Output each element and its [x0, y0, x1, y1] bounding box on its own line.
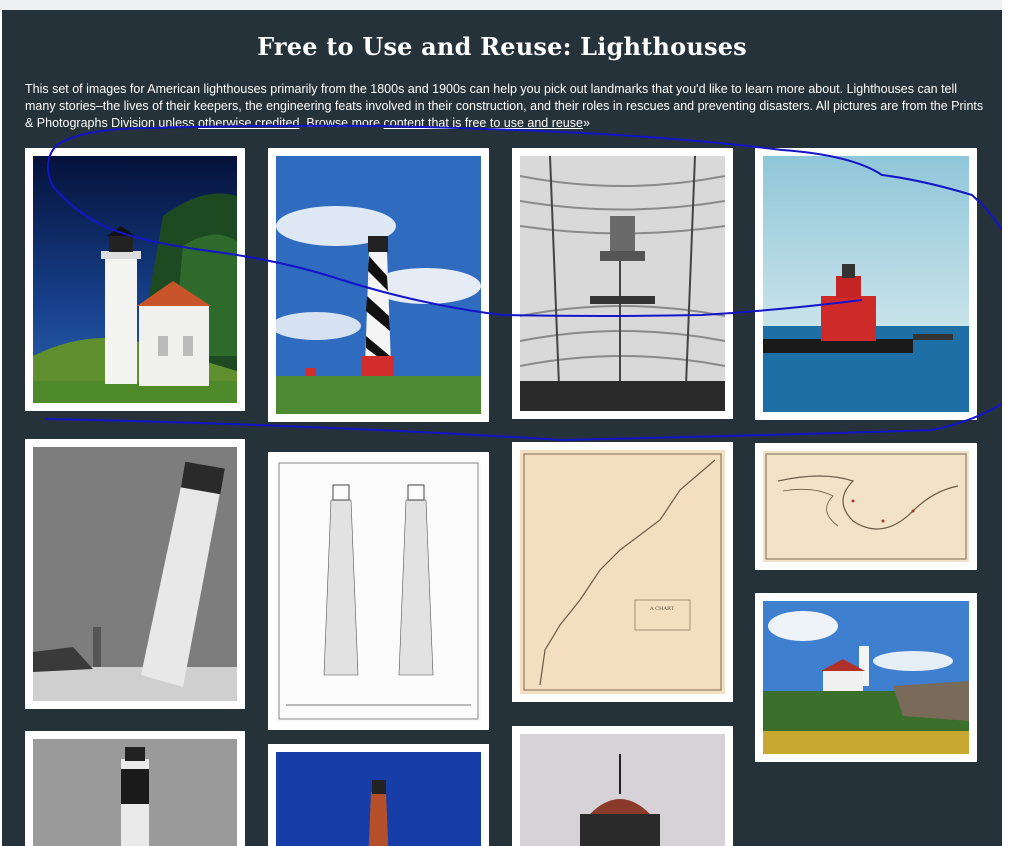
coast-chart-map: A CHART: [520, 450, 725, 694]
image-card[interactable]: [512, 726, 733, 846]
image-card[interactable]: [755, 593, 977, 762]
coastal-lighthouse-photo: [763, 601, 969, 754]
image-card[interactable]: [268, 148, 489, 422]
image-card[interactable]: [268, 452, 489, 730]
free-to-use-link[interactable]: content that is free to use and reuse: [384, 116, 583, 130]
image-card[interactable]: [25, 731, 245, 846]
striped-lighthouse-photo: [276, 156, 481, 414]
lens-interior-photo: [520, 156, 725, 411]
great-lakes-map: [763, 451, 969, 562]
otherwise-credited-link[interactable]: otherwise credited: [198, 116, 299, 130]
image-card[interactable]: [755, 443, 977, 570]
lighthouse-drawing: [276, 460, 481, 722]
intro-text-2: . Browse more: [299, 116, 384, 130]
image-card[interactable]: [755, 148, 977, 420]
red-tower-lighthouse-photo: [276, 752, 481, 846]
lantern-room-photo: [520, 734, 725, 846]
image-card[interactable]: [512, 148, 733, 419]
page-title: Free to Use and Reuse: Lighthouses: [257, 32, 747, 61]
chevron-right-icon: »: [582, 116, 590, 130]
leaning-lighthouse-photo: [33, 447, 237, 701]
image-card[interactable]: [25, 439, 245, 709]
gallery-panel: Free to Use and Reuse: Lighthouses This …: [2, 10, 1002, 846]
top-bar: [0, 0, 1002, 10]
image-card[interactable]: [25, 148, 245, 411]
image-card[interactable]: A CHART: [512, 442, 733, 702]
intro-paragraph: This set of images for American lighthou…: [25, 81, 985, 132]
red-pier-lighthouse-photo: [763, 156, 969, 412]
svg-text:A CHART: A CHART: [649, 606, 675, 612]
image-card[interactable]: [268, 744, 489, 846]
bw-lighthouse-photo: [33, 739, 237, 846]
white-lighthouse-photo: [33, 156, 237, 403]
